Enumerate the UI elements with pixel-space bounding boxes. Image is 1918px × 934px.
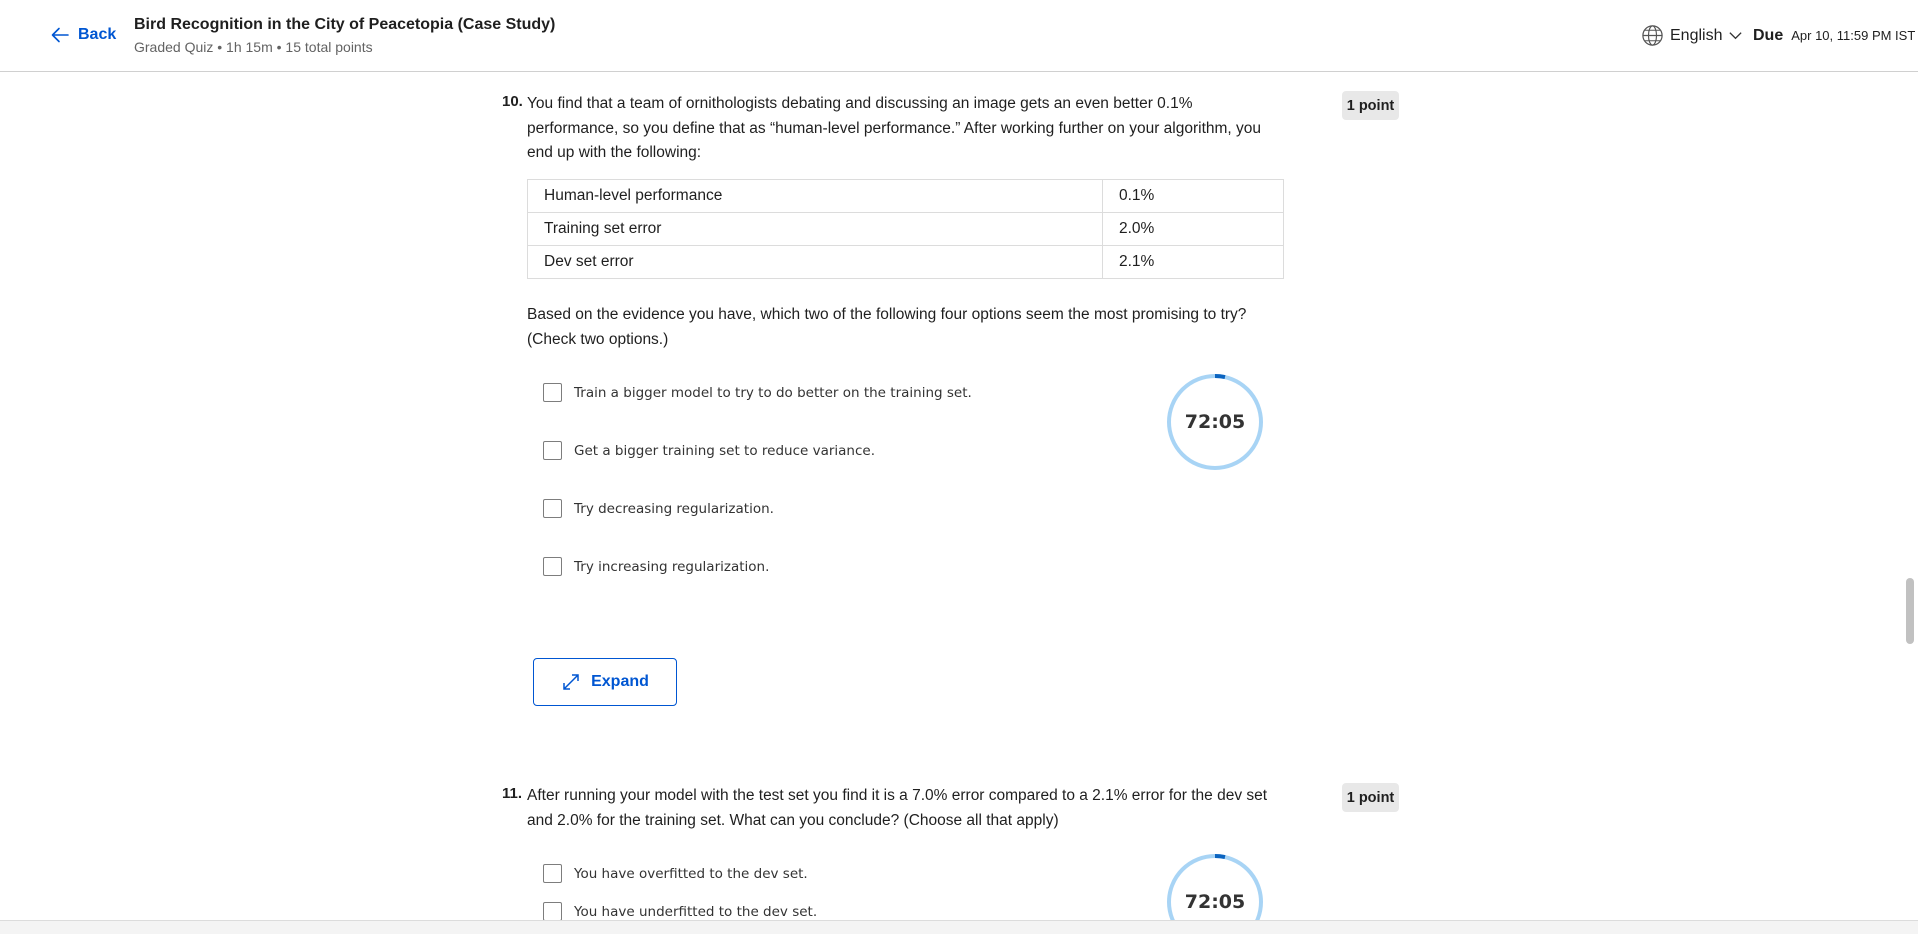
quiz-title: Bird Recognition in the City of Peacetop… [134,16,556,33]
top-header: Back Bird Recognition in the City of Pea… [0,0,1918,72]
points-badge: 1 point [1342,91,1399,120]
back-label: Back [78,26,117,43]
option-3[interactable]: Try decreasing regularization. [543,499,774,518]
expand-arrows-icon [563,674,579,690]
checkbox[interactable] [543,499,562,518]
option-2[interactable]: Get a bigger training set to reduce vari… [543,441,875,460]
arrow-left-icon [51,27,69,43]
option-label: Train a bigger model to try to do better… [574,384,972,401]
vertical-scrollbar[interactable] [1906,578,1914,644]
due-info: Due Apr 10, 11:59 PM IST [1753,27,1915,45]
countdown-timer: 72:05 [1166,373,1264,471]
question-number: 11. [502,785,523,802]
table-cell: 2.0% [1102,212,1284,246]
points-badge: 1 point [1342,783,1399,812]
question-text: After running your model with the test s… [527,787,1268,829]
option-1[interactable]: You have overfitted to the dev set. [543,864,808,883]
back-button[interactable]: Back [50,25,116,45]
option-label: Try decreasing regularization. [574,500,774,517]
due-date: Apr 10, 11:59 PM IST [1791,28,1916,43]
table-row: Human-level performance 0.1% [527,179,1284,213]
quiz-title-block: Bird Recognition in the City of Peacetop… [134,16,555,55]
checkbox[interactable] [543,864,562,883]
option-2[interactable]: You have underfitted to the dev set. [543,902,817,921]
expand-label: Expand [591,673,649,690]
option-label: You have overfitted to the dev set. [574,865,808,882]
quiz-subtitle: Graded Quiz • 1h 15m • 15 total points [134,39,373,55]
language-selector[interactable]: English [1641,24,1743,47]
expand-button[interactable]: Expand [533,658,677,706]
option-4[interactable]: Try increasing regularization. [543,557,769,576]
globe-icon [1642,25,1663,46]
question-prompt: Based on the evidence you have, which tw… [527,306,1247,348]
checkbox[interactable] [543,441,562,460]
checkbox[interactable] [543,557,562,576]
timer-value: 72:05 [1184,411,1246,433]
checkbox[interactable] [543,383,562,402]
table-cell: Dev set error [527,245,1103,279]
option-label: You have underfitted to the dev set. [574,903,818,920]
table-row: Training set error 2.0% [527,212,1284,246]
table-row: Dev set error 2.1% [527,245,1284,279]
due-label: Due [1753,27,1784,44]
bottom-bar [0,920,1918,934]
table-cell: 2.1% [1102,245,1284,279]
question-number: 10. [502,93,523,110]
table-cell: 0.1% [1102,179,1284,213]
table-cell: Human-level performance [527,179,1103,213]
question-text: You find that a team of ornithologists d… [527,95,1262,161]
option-label: Try increasing regularization. [574,558,770,575]
option-1[interactable]: Train a bigger model to try to do better… [543,383,972,402]
table-cell: Training set error [527,212,1103,246]
language-label: English [1670,26,1723,44]
checkbox[interactable] [543,902,562,921]
chevron-down-icon [1729,32,1743,40]
option-label: Get a bigger training set to reduce vari… [574,442,875,459]
error-table: Human-level performance 0.1% Training se… [527,179,1284,279]
